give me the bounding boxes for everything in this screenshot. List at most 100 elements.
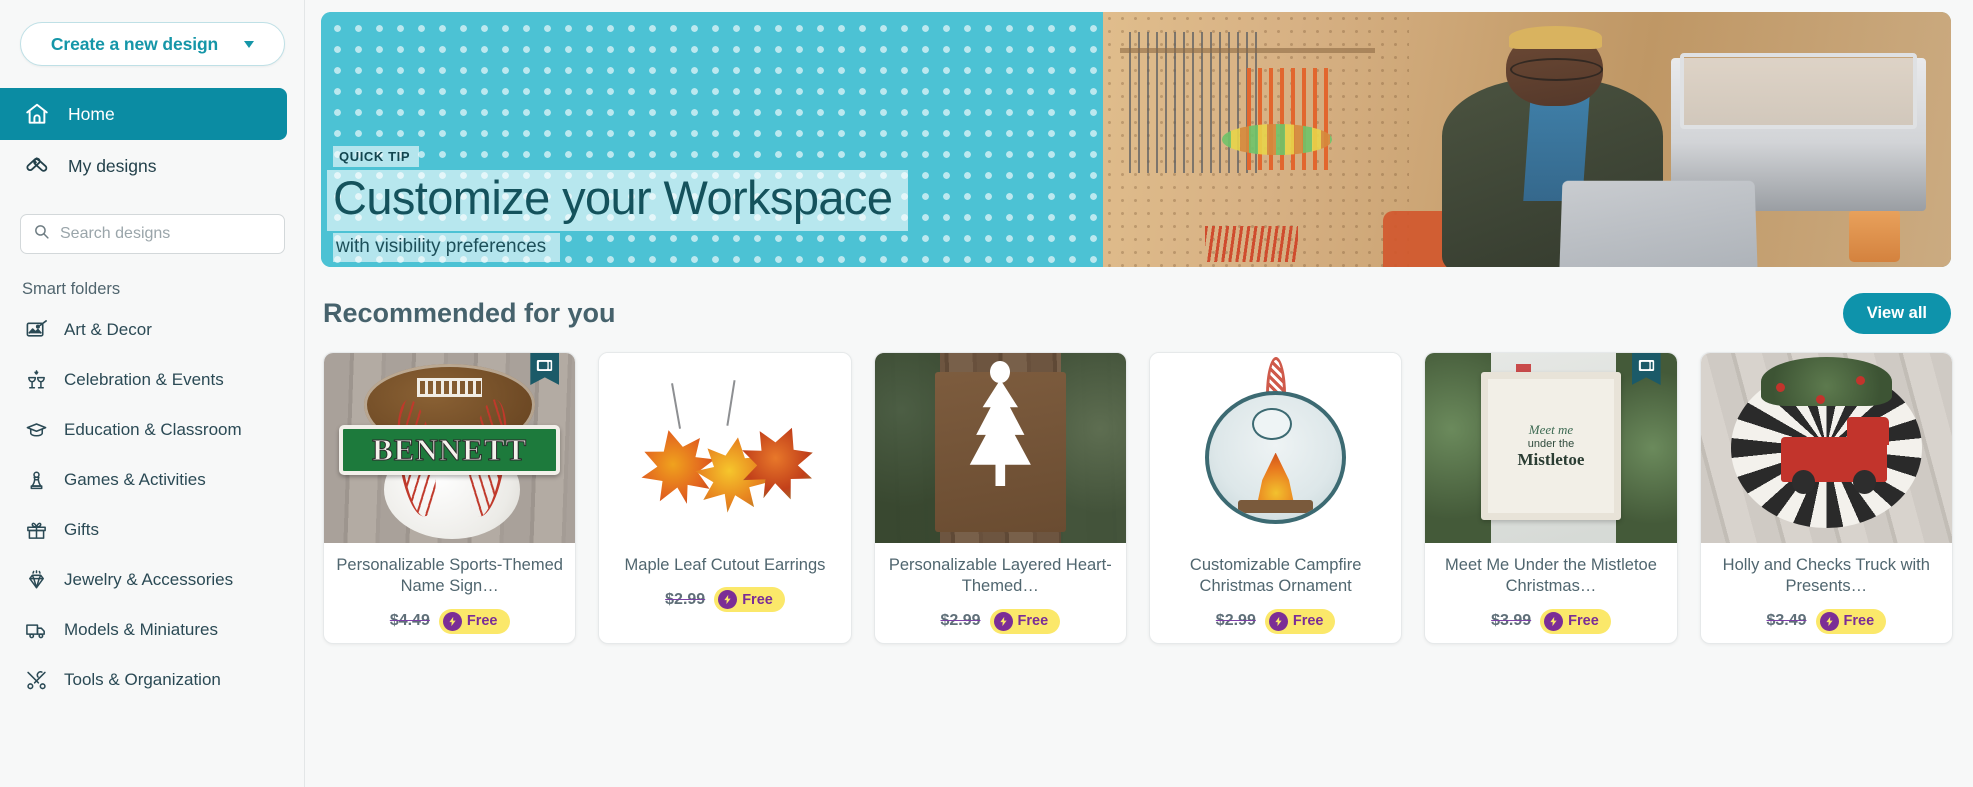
sidebar-item-models-miniatures[interactable]: Models & Miniatures [0,605,305,655]
sidebar-item-home[interactable]: Home [0,88,287,140]
product-price-row: $2.99 Free [609,587,840,613]
product-title: Meet Me Under the Mistletoe Christmas… [1445,556,1657,596]
main-content: QUICK TIP Customize your Workspace with … [305,0,1973,787]
sidebar-item-jewelry-accessories-label: Jewelry & Accessories [64,570,234,589]
art-image-icon [22,316,50,344]
promo-banner[interactable]: QUICK TIP Customize your Workspace with … [321,12,1951,267]
product-title: Holly and Checks Truck with Presents… [1722,556,1930,596]
product-image [1149,353,1402,543]
banner-text-overlay: QUICK TIP Customize your Workspace with … [321,12,1951,267]
create-new-design-button[interactable]: Create a new design [20,22,285,66]
product-body: Meet Me Under the Mistletoe Christmas… $… [1425,543,1676,634]
product-card[interactable]: Customizable Campfire Christmas Ornament… [1148,352,1403,644]
lightning-bolt-icon [1268,611,1288,631]
lightning-bolt-icon [718,590,738,610]
lightning-bolt-icon [442,611,462,631]
sidebar-item-tools-organization-label: Tools & Organization [64,670,221,689]
sidebar-item-games-activities[interactable]: Games & Activities [0,455,305,505]
tools-icon [22,666,50,694]
sidebar-item-gifts[interactable]: Gifts [0,505,305,555]
design-tools-icon [22,151,52,181]
product-price-row: $3.49 Free [1711,608,1942,634]
search-input[interactable] [60,225,272,243]
banner-headline: Customize your Workspace [327,170,909,231]
home-icon [22,99,52,129]
gift-box-icon [22,516,50,544]
product-card[interactable]: Personalizable Layered Heart-Themed… $2.… [873,352,1127,644]
lightning-bolt-icon [993,611,1013,631]
product-original-price: $2.99 [1215,612,1256,630]
free-badge: Free [438,608,510,634]
product-image [1700,353,1952,543]
product-card[interactable]: Meet me under the Mistletoe Meet Me Unde… [1424,352,1678,644]
free-badge: Free [1264,608,1336,634]
gem-icon [22,566,50,594]
sidebar-item-gifts-label: Gifts [64,520,99,539]
recommended-title: Recommended for you [323,298,616,328]
free-badge: Free [1815,608,1887,634]
smart-folders-heading: Smart folders [22,280,121,298]
recommended-card-grid: BENNETT Personalizable Sports-Themed Nam… [323,352,1953,644]
product-original-price: $4.49 [389,612,430,630]
product-image: Meet me under the Mistletoe [1425,353,1677,543]
frame-text-line2: under the [1527,438,1575,451]
product-title: Personalizable Sports-Themed Name Sign… [336,556,563,596]
sidebar-item-art-decor-label: Art & Decor [64,320,152,339]
product-body: Personalizable Layered Heart-Themed… $2.… [875,543,1126,634]
product-price-row: $2.99 Free [1160,608,1391,634]
product-card[interactable]: Maple Leaf Cutout Earrings $2.99 Free [598,352,852,644]
product-body: Personalizable Sports-Themed Name Sign… … [324,543,575,634]
sidebar: Create a new design Home My designs Sear… [0,0,305,787]
product-title: Maple Leaf Cutout Earrings [624,556,826,574]
lightning-bolt-icon [1819,611,1839,631]
lightning-bolt-icon [1544,611,1564,631]
search-section [20,214,285,254]
product-original-price: $3.99 [1491,612,1532,630]
sidebar-item-my-designs[interactable]: My designs [0,140,287,192]
sidebar-item-models-miniatures-label: Models & Miniatures [64,620,219,639]
product-original-price: $2.99 [940,612,981,630]
product-title: Customizable Campfire Christmas Ornament [1189,556,1362,596]
product-card[interactable]: Holly and Checks Truck with Presents… $3… [1699,352,1953,644]
product-price-row: $3.99 Free [1435,608,1666,634]
product-title: Personalizable Layered Heart-Themed… [888,556,1112,596]
view-all-button[interactable]: View all [1842,293,1951,334]
chevron-down-icon [244,40,255,48]
free-badge: Free [714,587,785,613]
search-box[interactable] [20,214,285,254]
free-label: Free [1292,613,1324,630]
sidebar-item-games-activities-label: Games & Activities [64,470,206,489]
smart-folders-list: Art & Decor Celebration & Events Educati… [0,305,305,705]
sidebar-item-celebration-events-label: Celebration & Events [64,370,224,389]
sidebar-item-art-decor[interactable]: Art & Decor [0,305,305,355]
truck-icon [22,616,50,644]
product-card[interactable]: BENNETT Personalizable Sports-Themed Nam… [323,352,577,644]
product-original-price: $3.49 [1766,612,1807,630]
free-badge: Free [989,608,1061,634]
search-icon [33,223,50,245]
chess-pawn-icon [22,466,50,494]
primary-nav: Home My designs [0,88,305,192]
product-original-price: $2.99 [665,590,706,608]
sidebar-item-celebration-events[interactable]: Celebration & Events [0,355,305,405]
free-badge: Free [1540,608,1611,634]
sidebar-item-education-classroom-label: Education & Classroom [64,420,242,439]
free-label: Free [1568,613,1599,630]
sidebar-item-my-designs-label: My designs [68,155,157,176]
banner-subhead: with visibility preferences [333,233,561,262]
product-body: Maple Leaf Cutout Earrings $2.99 Free [599,543,850,613]
frame-text-line1: Meet me [1528,422,1574,438]
app-root: Create a new design Home My designs Sear… [0,0,1973,787]
recommended-header: Recommended for you View all [323,293,1951,334]
product-image: BENNETT [324,353,576,543]
sidebar-item-education-classroom[interactable]: Education & Classroom [0,405,305,455]
banner-eyebrow: QUICK TIP [333,146,420,167]
frame-text-line3: Mistletoe [1517,450,1585,470]
sidebar-item-jewelry-accessories[interactable]: Jewelry & Accessories [0,555,305,605]
product-body: Holly and Checks Truck with Presents… $3… [1701,543,1952,634]
cheers-glasses-icon [22,366,50,394]
product-name-plate-text: BENNETT [372,431,528,467]
graduation-cap-icon [22,416,50,444]
product-image [599,353,851,543]
sidebar-item-tools-organization[interactable]: Tools & Organization [0,655,305,705]
